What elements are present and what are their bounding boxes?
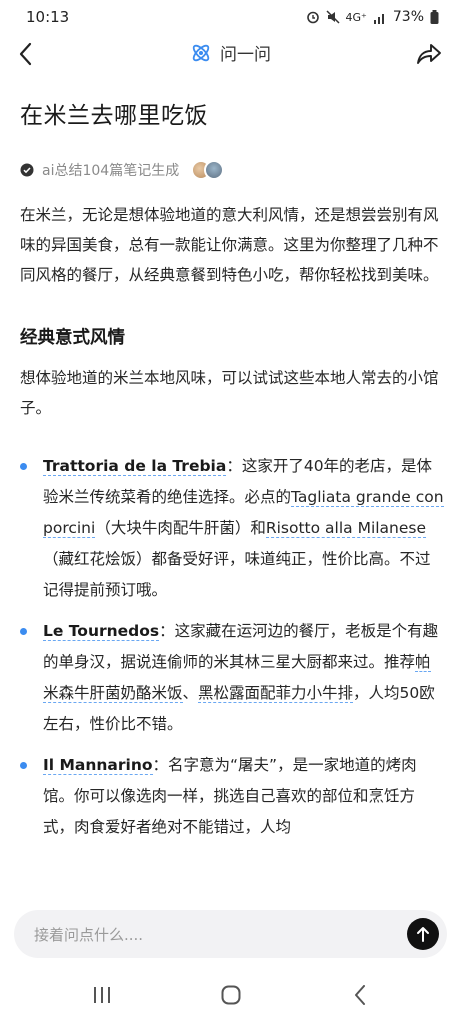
recent-apps-icon (94, 987, 110, 1003)
bullet-dot (20, 628, 27, 635)
list-item: Il Mannarino：名字意为“屠夫”，是一家地道的烤肉馆。你可以像选肉一样… (20, 750, 445, 843)
mute-icon (326, 10, 340, 24)
signal-icon (373, 13, 384, 24)
item-text: （藏红花烩饭）都备受好评，味道纯正，性价比高。不过记得提前预订哦。 (43, 550, 431, 599)
page-title: 在米兰去哪里吃饭 (20, 103, 208, 129)
recent-apps-button[interactable] (82, 980, 122, 1010)
send-button[interactable] (407, 918, 439, 950)
intro-paragraph: 在米兰，无论是想体验地道的意大利风情，还是想尝尝别有风味的异国美食，总有一款能让… (20, 206, 439, 284)
battery-icon (430, 10, 439, 24)
status-bar: 10:13 4G⁺ 73% (0, 0, 461, 34)
top-nav: 问一问 (0, 34, 461, 74)
input-placeholder: 接着问点什么.... (34, 925, 144, 944)
network-4g-icon: 4G⁺ (345, 10, 367, 24)
home-icon (221, 985, 241, 1005)
restaurant-link[interactable]: Il Mannarino (43, 756, 153, 775)
dish-link[interactable]: 黑松露面配菲力小牛排 (198, 684, 354, 703)
check-circle-icon (20, 163, 34, 177)
battery-percent: 73% (392, 9, 424, 25)
restaurant-link[interactable]: Trattoria de la Trebia (43, 457, 227, 476)
ai-summary-meta: ai总结104篇笔记生成 (20, 160, 445, 180)
ai-summary-text: ai总结104篇笔记生成 (42, 163, 180, 179)
share-button[interactable] (413, 38, 445, 70)
dish-link[interactable]: Risotto alla Milanese (265, 519, 427, 538)
restaurant-list: Trattoria de la Trebia：这家开了40年的老店，是体验米兰传… (20, 451, 445, 843)
section-heading: 经典意式风情 (20, 328, 125, 348)
list-item: Le Tournedos：这家藏在运河边的餐厅，老板是个有趣的单身汉，据说连偷师… (20, 616, 445, 740)
nav-title: 问一问 (220, 45, 271, 65)
source-avatars[interactable] (191, 160, 225, 180)
alarm-icon (306, 11, 319, 24)
bullet-dot (20, 463, 27, 470)
scroll-fade (0, 880, 461, 914)
article-content: 在米兰去哪里吃饭 ai总结104篇笔记生成 在米兰，无论是想体验地道的意大利风情… (20, 96, 445, 853)
item-text: 、 (182, 684, 199, 702)
item-text: （大块牛肉配牛肝菌）和 (95, 519, 266, 537)
status-time: 10:13 (26, 8, 70, 26)
system-nav-bar (0, 970, 461, 1024)
avatar (204, 160, 225, 180)
list-item: Trattoria de la Trebia：这家开了40年的老店，是体验米兰传… (20, 451, 445, 606)
nav-title-group: 问一问 (0, 40, 461, 65)
follow-up-input[interactable]: 接着问点什么.... (14, 910, 447, 958)
restaurant-link[interactable]: Le Tournedos (43, 622, 160, 641)
section-intro: 想体验地道的米兰本地风味，可以试试这些本地人常去的小馆子。 (20, 369, 439, 417)
bullet-dot (20, 762, 27, 769)
status-icons: 4G⁺ 73% (306, 9, 439, 25)
system-back-button[interactable] (340, 980, 380, 1010)
back-arrow-icon (355, 985, 365, 1005)
home-button[interactable] (211, 980, 251, 1010)
sparkle-logo-icon (192, 44, 210, 61)
arrow-up-icon (417, 927, 429, 942)
share-arrow-icon (417, 44, 441, 64)
